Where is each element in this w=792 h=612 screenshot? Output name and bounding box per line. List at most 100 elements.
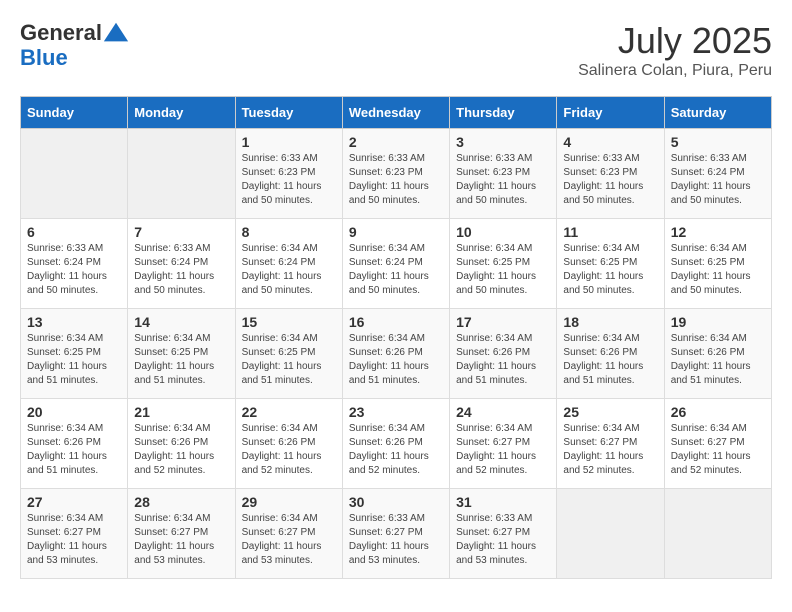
- table-cell: [21, 129, 128, 219]
- day-number: 28: [134, 494, 228, 510]
- table-cell: 6 Sunrise: 6:33 AM Sunset: 6:24 PM Daylig…: [21, 219, 128, 309]
- day-number: 3: [456, 134, 550, 150]
- calendar-header-row: SundayMondayTuesdayWednesdayThursdayFrid…: [21, 97, 772, 129]
- table-cell: 3 Sunrise: 6:33 AM Sunset: 6:23 PM Daylig…: [450, 129, 557, 219]
- week-row-5: 27 Sunrise: 6:34 AM Sunset: 6:27 PM Dayli…: [21, 489, 772, 579]
- table-cell: 31 Sunrise: 6:33 AM Sunset: 6:27 PM Dayli…: [450, 489, 557, 579]
- table-cell: 16 Sunrise: 6:34 AM Sunset: 6:26 PM Dayli…: [342, 309, 449, 399]
- day-number: 14: [134, 314, 228, 330]
- header-day-friday: Friday: [557, 97, 664, 129]
- day-info: Sunrise: 6:33 AM Sunset: 6:23 PM Dayligh…: [456, 152, 550, 208]
- day-info: Sunrise: 6:34 AM Sunset: 6:25 PM Dayligh…: [563, 242, 657, 298]
- table-cell: 10Sunrise: 6:34 AM Sunset: 6:25 PM Dayli…: [450, 219, 557, 309]
- table-cell: 1 Sunrise: 6:33 AM Sunset: 6:23 PM Daylig…: [235, 129, 342, 219]
- table-cell: 7 Sunrise: 6:33 AM Sunset: 6:24 PM Daylig…: [128, 219, 235, 309]
- day-info: Sunrise: 6:33 AM Sunset: 6:24 PM Dayligh…: [27, 242, 121, 298]
- day-number: 21: [134, 404, 228, 420]
- logo: GeneralBlue: [20, 20, 130, 70]
- day-number: 5: [671, 134, 765, 150]
- table-cell: 15 Sunrise: 6:34 AM Sunset: 6:25 PM Dayli…: [235, 309, 342, 399]
- table-cell: 24Sunrise: 6:34 AM Sunset: 6:27 PM Dayli…: [450, 399, 557, 489]
- day-info: Sunrise: 6:34 AM Sunset: 6:27 PM Dayligh…: [27, 512, 121, 568]
- header-day-sunday: Sunday: [21, 97, 128, 129]
- day-info: Sunrise: 6:34 AM Sunset: 6:25 PM Dayligh…: [242, 332, 336, 388]
- day-info: Sunrise: 6:34 AM Sunset: 6:26 PM Dayligh…: [242, 422, 336, 478]
- table-cell: 22 Sunrise: 6:34 AM Sunset: 6:26 PM Dayli…: [235, 399, 342, 489]
- day-number: 20: [27, 404, 121, 420]
- day-number: 18: [563, 314, 657, 330]
- week-row-1: 1 Sunrise: 6:33 AM Sunset: 6:23 PM Daylig…: [21, 129, 772, 219]
- calendar-table: SundayMondayTuesdayWednesdayThursdayFrid…: [20, 96, 772, 579]
- day-info: Sunrise: 6:34 AM Sunset: 6:26 PM Dayligh…: [134, 422, 228, 478]
- day-number: 26: [671, 404, 765, 420]
- day-number: 15: [242, 314, 336, 330]
- logo-blue-text: Blue: [20, 46, 130, 70]
- day-info: Sunrise: 6:34 AM Sunset: 6:26 PM Dayligh…: [349, 332, 443, 388]
- day-info: Sunrise: 6:33 AM Sunset: 6:23 PM Dayligh…: [242, 152, 336, 208]
- day-number: 1: [242, 134, 336, 150]
- day-number: 17: [456, 314, 550, 330]
- week-row-3: 13 Sunrise: 6:34 AM Sunset: 6:25 PM Dayli…: [21, 309, 772, 399]
- table-cell: 2Sunrise: 6:33 AM Sunset: 6:23 PM Daylig…: [342, 129, 449, 219]
- day-info: Sunrise: 6:34 AM Sunset: 6:27 PM Dayligh…: [242, 512, 336, 568]
- day-number: 19: [671, 314, 765, 330]
- day-info: Sunrise: 6:34 AM Sunset: 6:26 PM Dayligh…: [456, 332, 550, 388]
- day-number: 13: [27, 314, 121, 330]
- table-cell: 19 Sunrise: 6:34 AM Sunset: 6:26 PM Dayli…: [664, 309, 771, 399]
- day-info: Sunrise: 6:33 AM Sunset: 6:23 PM Dayligh…: [563, 152, 657, 208]
- table-cell: 8 Sunrise: 6:34 AM Sunset: 6:24 PM Daylig…: [235, 219, 342, 309]
- table-cell: 26Sunrise: 6:34 AM Sunset: 6:27 PM Dayli…: [664, 399, 771, 489]
- table-cell: 25Sunrise: 6:34 AM Sunset: 6:27 PM Dayli…: [557, 399, 664, 489]
- day-number: 30: [349, 494, 443, 510]
- day-number: 11: [563, 224, 657, 240]
- day-number: 4: [563, 134, 657, 150]
- header-day-monday: Monday: [128, 97, 235, 129]
- table-cell: 12 Sunrise: 6:34 AM Sunset: 6:25 PM Dayli…: [664, 219, 771, 309]
- table-cell: [128, 129, 235, 219]
- day-number: 22: [242, 404, 336, 420]
- week-row-4: 20 Sunrise: 6:34 AM Sunset: 6:26 PM Dayli…: [21, 399, 772, 489]
- table-cell: 11 Sunrise: 6:34 AM Sunset: 6:25 PM Dayli…: [557, 219, 664, 309]
- day-info: Sunrise: 6:34 AM Sunset: 6:25 PM Dayligh…: [134, 332, 228, 388]
- day-number: 27: [27, 494, 121, 510]
- table-cell: 27 Sunrise: 6:34 AM Sunset: 6:27 PM Dayli…: [21, 489, 128, 579]
- table-cell: 14 Sunrise: 6:34 AM Sunset: 6:25 PM Dayli…: [128, 309, 235, 399]
- day-info: Sunrise: 6:34 AM Sunset: 6:25 PM Dayligh…: [671, 242, 765, 298]
- table-cell: 18 Sunrise: 6:34 AM Sunset: 6:26 PM Dayli…: [557, 309, 664, 399]
- table-cell: 5Sunrise: 6:33 AM Sunset: 6:24 PM Daylig…: [664, 129, 771, 219]
- day-info: Sunrise: 6:34 AM Sunset: 6:24 PM Dayligh…: [242, 242, 336, 298]
- table-cell: 4 Sunrise: 6:33 AM Sunset: 6:23 PM Daylig…: [557, 129, 664, 219]
- day-number: 6: [27, 224, 121, 240]
- table-cell: [664, 489, 771, 579]
- day-info: Sunrise: 6:33 AM Sunset: 6:27 PM Dayligh…: [456, 512, 550, 568]
- day-info: Sunrise: 6:34 AM Sunset: 6:26 PM Dayligh…: [563, 332, 657, 388]
- day-info: Sunrise: 6:34 AM Sunset: 6:27 PM Dayligh…: [456, 422, 550, 478]
- day-info: Sunrise: 6:33 AM Sunset: 6:27 PM Dayligh…: [349, 512, 443, 568]
- logo-icon: [102, 20, 130, 46]
- table-cell: 30 Sunrise: 6:33 AM Sunset: 6:27 PM Dayli…: [342, 489, 449, 579]
- day-number: 31: [456, 494, 550, 510]
- day-number: 16: [349, 314, 443, 330]
- header-day-saturday: Saturday: [664, 97, 771, 129]
- day-number: 25: [563, 404, 657, 420]
- day-info: Sunrise: 6:34 AM Sunset: 6:26 PM Dayligh…: [349, 422, 443, 478]
- day-info: Sunrise: 6:34 AM Sunset: 6:24 PM Dayligh…: [349, 242, 443, 298]
- day-info: Sunrise: 6:33 AM Sunset: 6:23 PM Dayligh…: [349, 152, 443, 208]
- table-cell: 23Sunrise: 6:34 AM Sunset: 6:26 PM Dayli…: [342, 399, 449, 489]
- day-number: 8: [242, 224, 336, 240]
- logo-general-text: General: [20, 21, 102, 45]
- table-cell: 28Sunrise: 6:34 AM Sunset: 6:27 PM Dayli…: [128, 489, 235, 579]
- location: Salinera Colan, Piura, Peru: [578, 62, 772, 80]
- table-cell: 29Sunrise: 6:34 AM Sunset: 6:27 PM Dayli…: [235, 489, 342, 579]
- month-year: July 2025: [578, 20, 772, 62]
- day-info: Sunrise: 6:34 AM Sunset: 6:25 PM Dayligh…: [27, 332, 121, 388]
- table-cell: 9Sunrise: 6:34 AM Sunset: 6:24 PM Daylig…: [342, 219, 449, 309]
- table-cell: [557, 489, 664, 579]
- day-info: Sunrise: 6:34 AM Sunset: 6:26 PM Dayligh…: [671, 332, 765, 388]
- table-cell: 13 Sunrise: 6:34 AM Sunset: 6:25 PM Dayli…: [21, 309, 128, 399]
- page-header: GeneralBlue July 2025 Salinera Colan, Pi…: [20, 20, 772, 80]
- day-number: 7: [134, 224, 228, 240]
- day-number: 10: [456, 224, 550, 240]
- day-info: Sunrise: 6:33 AM Sunset: 6:24 PM Dayligh…: [134, 242, 228, 298]
- day-number: 12: [671, 224, 765, 240]
